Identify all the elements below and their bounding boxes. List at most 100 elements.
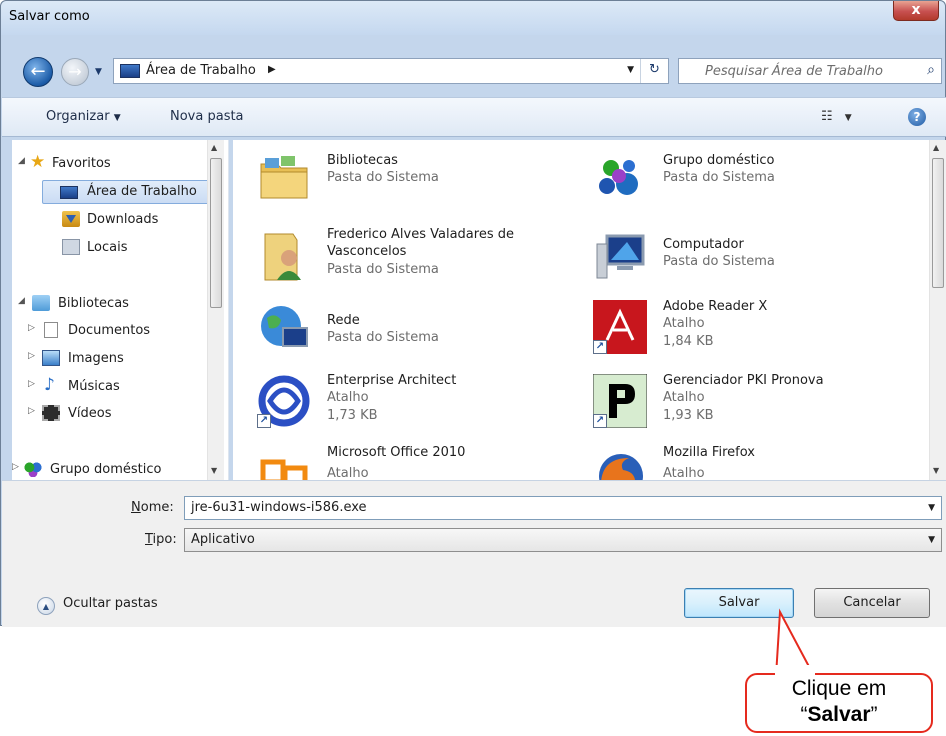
collapse-icon[interactable]: ▷ (28, 379, 35, 389)
window-title: Salvar como (9, 9, 90, 24)
breadcrumb-chevron-icon[interactable]: ▶ (268, 64, 276, 75)
file-name: Enterprise Architect (327, 373, 457, 388)
callout-line2: “Salvar” (745, 702, 933, 728)
save-as-dialog: Salvar como x ← → ▼ Área de Trabalho ▶ ▼… (0, 0, 946, 627)
organize-label: Organizar (46, 109, 110, 124)
scroll-thumb[interactable] (210, 158, 222, 308)
file-item[interactable]: Rede Pasta do Sistema (233, 298, 563, 360)
collapse-icon[interactable]: ▷ (28, 323, 35, 333)
title-bar[interactable]: Salvar como x (1, 1, 945, 35)
refresh-icon[interactable]: ↻ (640, 59, 668, 83)
filename-label-accel: N (131, 500, 141, 515)
homegroup-icon (593, 150, 647, 204)
pki-pronova-icon: ↗ (592, 373, 648, 429)
change-view-button[interactable]: ☷ ▼ (821, 109, 852, 124)
address-bar[interactable]: Área de Trabalho ▶ ▼ ↻ (113, 58, 669, 84)
filetype-select[interactable]: Aplicativo ▼ (184, 528, 942, 552)
file-type: Atalho (327, 390, 369, 405)
file-name: Mozilla Firefox (663, 445, 755, 460)
nav-label: Grupo doméstico (50, 462, 162, 477)
nav-places[interactable]: Locais (12, 236, 212, 260)
scroll-up-icon[interactable]: ▲ (933, 143, 939, 152)
view-options-icon: ☷ (821, 109, 833, 124)
nav-music[interactable]: ▷ ♪ Músicas (12, 375, 212, 399)
scroll-up-icon[interactable]: ▲ (211, 143, 217, 152)
close-button[interactable]: x (893, 1, 939, 21)
scroll-thumb[interactable] (932, 158, 944, 288)
collapse-icon[interactable]: ▷ (28, 406, 35, 416)
cancel-button[interactable]: Cancelar (814, 588, 930, 618)
nav-homegroup[interactable]: ▷ Grupo doméstico (12, 458, 212, 480)
file-item[interactable]: Microsoft Office 2010 Atalho (233, 444, 563, 480)
filetype-label: Tipo: (145, 532, 177, 547)
address-dropdown-icon[interactable]: ▼ (627, 65, 634, 75)
callout-line1: Clique em (791, 677, 887, 700)
file-name: Grupo doméstico (663, 153, 775, 168)
file-type: Atalho (327, 466, 369, 480)
forward-button[interactable]: → (61, 58, 89, 86)
callout-quote-close: ” (870, 703, 878, 726)
user-folder-icon (257, 230, 311, 284)
scroll-down-icon[interactable]: ▼ (933, 466, 939, 475)
new-folder-button[interactable]: Nova pasta (170, 109, 244, 124)
help-icon[interactable]: ? (908, 108, 926, 126)
chevron-up-icon[interactable]: ▲ (37, 597, 55, 615)
callout-text: Clique em “Salvar” (745, 676, 933, 728)
file-item[interactable]: Bibliotecas Pasta do Sistema (233, 146, 563, 208)
breadcrumb-desktop[interactable]: Área de Trabalho (146, 63, 256, 78)
adobe-reader-icon: ↗ (593, 300, 647, 354)
nav-images[interactable]: ▷ Imagens (12, 347, 212, 371)
nav-libraries[interactable]: ◢ Bibliotecas (12, 292, 212, 316)
filename-value[interactable]: jre-6u31-windows-i586.exe (191, 500, 367, 515)
collapse-icon[interactable]: ▷ (12, 462, 19, 472)
organize-button[interactable]: Organizar ▼ (46, 109, 121, 124)
file-name: Frederico Alves Valadares de Vasconcelos (327, 227, 514, 259)
shortcut-arrow-icon: ↗ (593, 340, 607, 354)
filetype-label-accel: T (145, 532, 153, 547)
file-type: Atalho (663, 466, 705, 480)
search-box[interactable]: Pesquisar Área de Trabalho ⌕ (678, 58, 942, 84)
scroll-down-icon[interactable]: ▼ (211, 466, 217, 475)
file-name: Rede (327, 313, 360, 328)
nav-label: Favoritos (52, 156, 111, 171)
shortcut-arrow-icon: ↗ (593, 414, 607, 428)
documents-icon (44, 322, 58, 338)
expand-icon[interactable]: ◢ (18, 296, 25, 306)
file-item[interactable]: Mozilla Firefox Atalho (569, 444, 899, 480)
file-type: Atalho (663, 316, 705, 331)
recent-locations-dropdown[interactable]: ▼ (95, 67, 102, 77)
nav-videos[interactable]: ▷ Vídeos (12, 402, 212, 426)
file-item[interactable]: Computador Pasta do Sistema (569, 226, 899, 288)
nav-scrollbar[interactable]: ▲ ▼ (207, 140, 224, 480)
nav-documents[interactable]: ▷ Documentos (12, 319, 212, 343)
nav-downloads[interactable]: Downloads (12, 208, 212, 232)
chevron-down-icon: ▼ (113, 113, 121, 123)
microsoft-office-icon (257, 452, 311, 480)
chevron-down-icon: ▼ (844, 113, 852, 123)
navigation-pane: ◢ ★ Favoritos Área de Trabalho Downloads… (12, 140, 229, 480)
nav-label: Downloads (87, 212, 159, 227)
filename-field[interactable]: jre-6u31-windows-i586.exe ▼ (184, 496, 942, 520)
file-item[interactable]: Frederico Alves Valadares de Vasconcelos… (233, 220, 563, 292)
file-item[interactable]: ↗ Adobe Reader X Atalho 1,84 KB (569, 296, 899, 366)
nav-favorites[interactable]: ◢ ★ Favoritos (12, 152, 212, 176)
nav-label: Documentos (68, 323, 151, 338)
expand-icon[interactable]: ◢ (18, 156, 25, 166)
collapse-icon[interactable]: ▷ (28, 351, 35, 361)
file-type: Pasta do Sistema (327, 262, 439, 277)
file-item[interactable]: ↗ Enterprise Architect Atalho 1,73 KB (233, 370, 563, 440)
chevron-down-icon[interactable]: ▼ (928, 535, 935, 545)
file-item[interactable]: ↗ Gerenciador PKI Pronova Atalho 1,93 KB (569, 370, 899, 440)
command-toolbar: Organizar ▼ Nova pasta ☷ ▼ ? (2, 97, 946, 137)
file-item[interactable]: Grupo doméstico Pasta do Sistema (569, 146, 899, 208)
images-icon (42, 350, 60, 366)
file-type: Atalho (663, 390, 705, 405)
content-scrollbar[interactable]: ▲ ▼ (929, 140, 946, 480)
search-input[interactable]: Pesquisar Área de Trabalho (705, 64, 883, 79)
back-button[interactable]: ← (23, 57, 53, 87)
hide-folders-button[interactable]: Ocultar pastas (63, 596, 158, 611)
search-icon[interactable]: ⌕ (927, 62, 935, 78)
chevron-down-icon[interactable]: ▼ (928, 503, 935, 513)
nav-desktop[interactable]: Área de Trabalho (12, 180, 212, 204)
nav-label: Locais (87, 240, 128, 255)
